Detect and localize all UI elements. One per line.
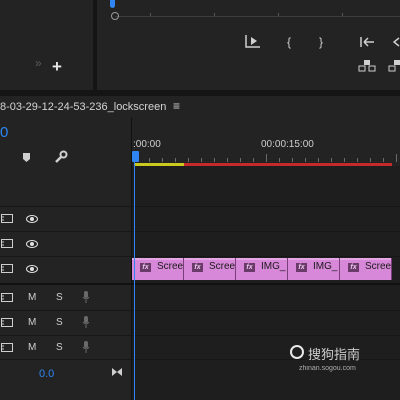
timeline-playhead-line — [134, 162, 135, 400]
work-area-rendered — [134, 163, 184, 166]
film-icon[interactable] — [1, 239, 13, 248]
panel-overflow-icon[interactable]: » — [35, 56, 42, 70]
ruler-tick — [175, 158, 176, 162]
work-area-unrendered — [184, 163, 392, 166]
ruler-tick — [344, 158, 345, 162]
track-separator — [0, 206, 400, 207]
ruler-tick — [240, 158, 241, 162]
track-separator — [0, 231, 400, 232]
sogou-logo-icon — [290, 345, 304, 359]
ruler-label-start: :00:00 — [133, 139, 161, 150]
marker-icon[interactable] — [22, 150, 31, 168]
mark-out-button[interactable]: } — [319, 35, 323, 49]
mute-button[interactable]: M — [28, 342, 36, 353]
film-icon[interactable] — [1, 343, 13, 352]
monitor-tick — [342, 13, 343, 16]
clip-name: Scree — [365, 261, 392, 272]
fx-badge: fx — [296, 263, 307, 272]
monitor-tick — [150, 13, 151, 16]
solo-button[interactable]: S — [56, 317, 63, 328]
go-to-out-icon[interactable] — [393, 36, 400, 48]
ruler-tick — [396, 154, 397, 162]
clip-name: Scree — [157, 261, 184, 272]
ruler-tick — [357, 158, 358, 162]
film-icon[interactable] — [1, 214, 13, 223]
eye-icon[interactable] — [26, 265, 38, 273]
timeline-clip[interactable]: fx IMG_ — [236, 258, 288, 280]
mic-icon[interactable] — [82, 341, 90, 353]
monitor-tick — [214, 13, 215, 16]
sequence-tab-title[interactable]: 8-03-29-12-24-53-236_lockscreen — [0, 101, 166, 113]
mute-button[interactable]: M — [28, 317, 36, 328]
clip-name: IMG_ — [261, 261, 286, 272]
eye-icon[interactable] — [26, 215, 38, 223]
ruler-tick — [292, 158, 293, 162]
timeline-clip[interactable]: fx IMG_ — [288, 258, 340, 280]
go-to-edit-point-icon[interactable] — [111, 364, 123, 382]
playhead-timecode[interactable]: 0 — [0, 124, 8, 141]
mute-button[interactable]: M — [28, 292, 36, 303]
fx-badge: fx — [244, 263, 255, 272]
ruler-tick — [383, 158, 384, 162]
lift-icon[interactable] — [358, 59, 376, 72]
panel-menu-icon[interactable]: ≡ — [173, 99, 180, 113]
monitor-playhead[interactable] — [110, 0, 115, 8]
export-frame-icon[interactable] — [245, 34, 261, 48]
eye-icon[interactable] — [26, 240, 38, 248]
ruler-tick — [214, 158, 215, 162]
watermark-title: 搜狗指南 — [308, 347, 361, 362]
monitor-scrub-handle[interactable] — [111, 12, 119, 20]
film-icon[interactable] — [1, 264, 13, 273]
fx-badge: fx — [348, 263, 359, 272]
ruler-tick — [266, 154, 267, 162]
ruler-tick — [201, 158, 202, 162]
timeline-clip[interactable]: fx Scree — [340, 258, 392, 280]
master-volume-value[interactable]: 0.0 — [39, 368, 54, 380]
track-separator — [0, 256, 400, 257]
wrench-icon[interactable] — [54, 150, 68, 169]
ruler-tick — [253, 158, 254, 162]
track-separator — [0, 335, 400, 336]
ruler-tick — [188, 158, 189, 162]
ruler-tick — [318, 158, 319, 162]
monitor-scrub-bar[interactable] — [115, 16, 400, 17]
watermark-url: zhinan.sogou.com — [299, 365, 356, 372]
ruler-tick — [370, 158, 371, 162]
ruler-tick — [305, 158, 306, 162]
sequence-tab-bar: 8-03-29-12-24-53-236_lockscreen ≡ — [0, 96, 400, 118]
go-to-in-icon[interactable] — [359, 36, 375, 48]
clip-name: IMG_ — [313, 261, 338, 272]
ruler-tick — [331, 158, 332, 162]
fx-badge: fx — [140, 263, 151, 272]
mark-in-button[interactable]: { — [287, 35, 291, 49]
track-separator — [0, 310, 400, 311]
video-audio-divider[interactable] — [0, 283, 400, 285]
timeline-playhead-handle[interactable] — [132, 151, 139, 162]
timeline-clip[interactable]: fx Scree — [184, 258, 236, 280]
mic-icon[interactable] — [82, 316, 90, 328]
extract-icon[interactable] — [388, 59, 400, 72]
film-icon[interactable] — [1, 318, 13, 327]
timeline-clip[interactable]: fx Scree — [132, 258, 184, 280]
ruler-tick — [279, 158, 280, 162]
film-icon[interactable] — [1, 293, 13, 302]
clip-name: Scree — [209, 261, 236, 272]
ruler-tick — [227, 158, 228, 162]
ruler-label-15s: 00:00:15:00 — [261, 139, 314, 150]
solo-button[interactable]: S — [56, 292, 63, 303]
solo-button[interactable]: S — [56, 342, 63, 353]
monitor-tick — [278, 13, 279, 16]
add-item-button[interactable]: + — [52, 58, 62, 75]
ruler-tick — [162, 158, 163, 162]
ruler-tick — [149, 158, 150, 162]
fx-badge: fx — [192, 263, 203, 272]
mic-icon[interactable] — [82, 291, 90, 303]
project-panel: » + — [0, 0, 93, 90]
